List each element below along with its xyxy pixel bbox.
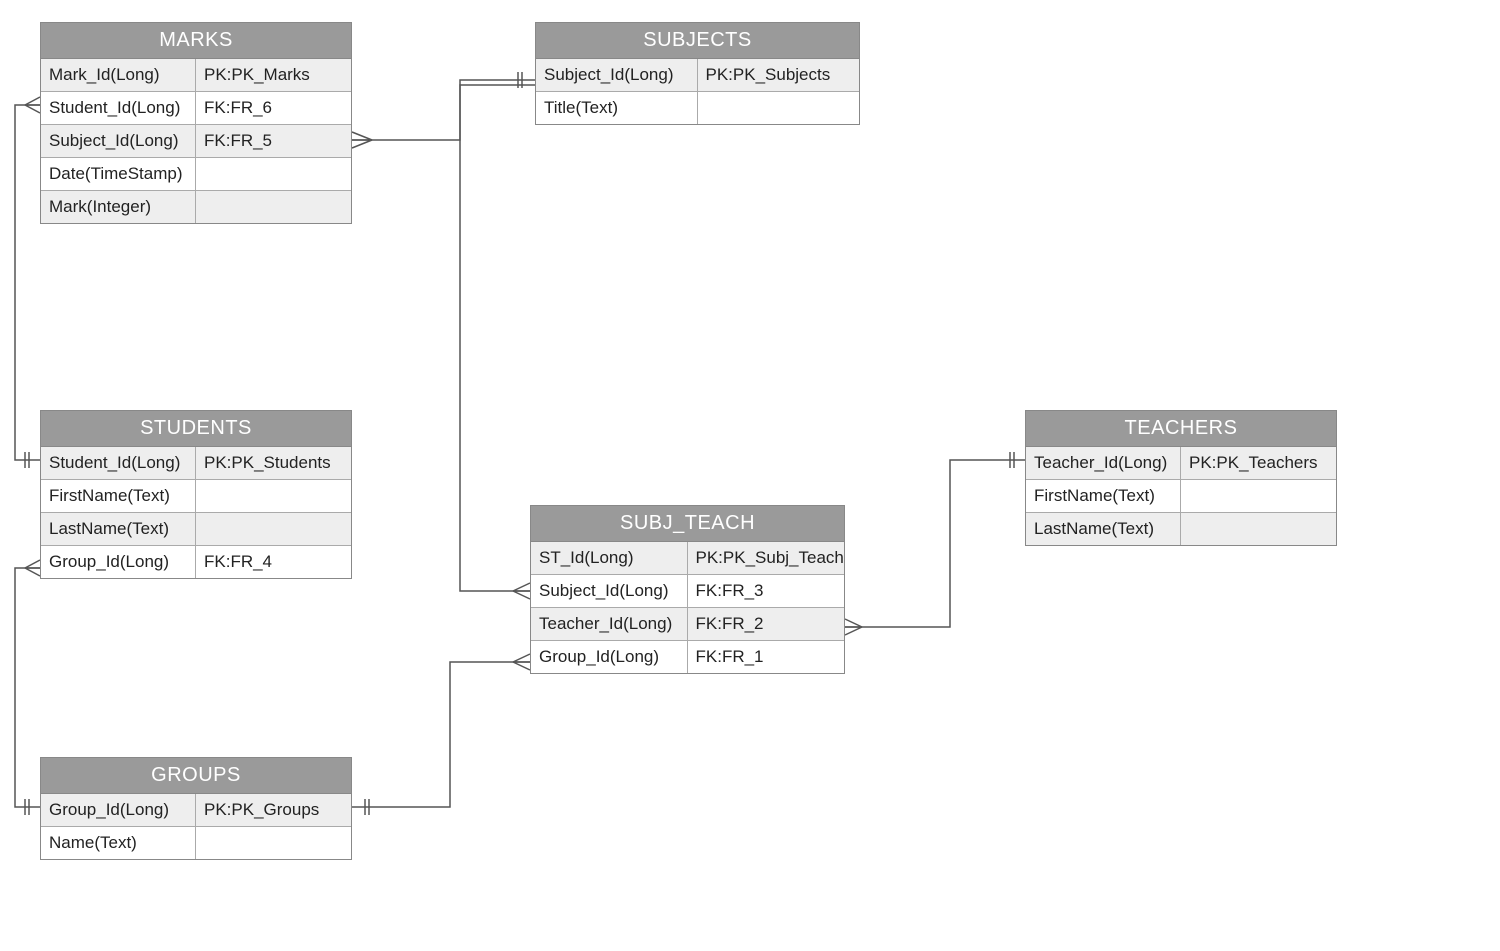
table-row: Teacher_Id(Long) PK:PK_Teachers (1026, 447, 1336, 480)
table-row: Teacher_Id(Long) FK:FR_2 (531, 608, 844, 641)
field-key (196, 827, 351, 859)
field-key (1181, 480, 1336, 512)
table-row: Mark_Id(Long) PK:PK_Marks (41, 59, 351, 92)
field-key: FK:FR_1 (688, 641, 845, 673)
field-name: LastName(Text) (1026, 513, 1181, 545)
field-name: Teacher_Id(Long) (1026, 447, 1181, 479)
field-name: Group_Id(Long) (41, 794, 196, 826)
table-row: Mark(Integer) (41, 191, 351, 223)
entity-marks: MARKS Mark_Id(Long) PK:PK_Marks Student_… (40, 22, 352, 224)
field-name: Student_Id(Long) (41, 447, 196, 479)
entity-title: SUBJ_TEACH (531, 506, 844, 542)
field-key: FK:FR_6 (196, 92, 351, 124)
table-row: ST_Id(Long) PK:PK_Subj_Teach (531, 542, 844, 575)
field-name: Mark(Integer) (41, 191, 196, 223)
field-key: PK:PK_Marks (196, 59, 351, 91)
entity-title: GROUPS (41, 758, 351, 794)
field-name: Title(Text) (536, 92, 698, 124)
field-name: Student_Id(Long) (41, 92, 196, 124)
field-key: FK:FR_5 (196, 125, 351, 157)
field-name: Name(Text) (41, 827, 196, 859)
table-row: Title(Text) (536, 92, 859, 124)
field-name: Group_Id(Long) (41, 546, 196, 578)
entity-subjects: SUBJECTS Subject_Id(Long) PK:PK_Subjects… (535, 22, 860, 125)
field-key: PK:PK_Teachers (1181, 447, 1336, 479)
field-name: Subject_Id(Long) (41, 125, 196, 157)
field-key (196, 158, 351, 190)
field-name: LastName(Text) (41, 513, 196, 545)
table-row: Group_Id(Long) FK:FR_1 (531, 641, 844, 673)
field-key (196, 513, 351, 545)
table-row: Subject_Id(Long) PK:PK_Subjects (536, 59, 859, 92)
field-key (196, 191, 351, 223)
field-name: Date(TimeStamp) (41, 158, 196, 190)
field-key (698, 92, 860, 124)
table-row: Subject_Id(Long) FK:FR_3 (531, 575, 844, 608)
entity-students: STUDENTS Student_Id(Long) PK:PK_Students… (40, 410, 352, 579)
table-row: Name(Text) (41, 827, 351, 859)
field-key: FK:FR_4 (196, 546, 351, 578)
table-row: Student_Id(Long) PK:PK_Students (41, 447, 351, 480)
field-key: FK:FR_3 (688, 575, 845, 607)
field-key: PK:PK_Subjects (698, 59, 860, 91)
entity-title: STUDENTS (41, 411, 351, 447)
table-row: FirstName(Text) (1026, 480, 1336, 513)
entity-teachers: TEACHERS Teacher_Id(Long) PK:PK_Teachers… (1025, 410, 1337, 546)
field-key: PK:PK_Subj_Teach (688, 542, 852, 574)
field-key: FK:FR_2 (688, 608, 845, 640)
field-name: FirstName(Text) (1026, 480, 1181, 512)
field-name: FirstName(Text) (41, 480, 196, 512)
table-row: FirstName(Text) (41, 480, 351, 513)
entity-title: TEACHERS (1026, 411, 1336, 447)
field-key: PK:PK_Students (196, 447, 351, 479)
table-row: LastName(Text) (41, 513, 351, 546)
table-row: Date(TimeStamp) (41, 158, 351, 191)
table-row: Group_Id(Long) PK:PK_Groups (41, 794, 351, 827)
entity-groups: GROUPS Group_Id(Long) PK:PK_Groups Name(… (40, 757, 352, 860)
field-name: Mark_Id(Long) (41, 59, 196, 91)
entity-subj-teach: SUBJ_TEACH ST_Id(Long) PK:PK_Subj_Teach … (530, 505, 845, 674)
field-name: Subject_Id(Long) (536, 59, 698, 91)
entity-title: SUBJECTS (536, 23, 859, 59)
field-name: Teacher_Id(Long) (531, 608, 688, 640)
table-row: Group_Id(Long) FK:FR_4 (41, 546, 351, 578)
entity-title: MARKS (41, 23, 351, 59)
field-key: PK:PK_Groups (196, 794, 351, 826)
table-row: Student_Id(Long) FK:FR_6 (41, 92, 351, 125)
field-name: ST_Id(Long) (531, 542, 688, 574)
field-key (1181, 513, 1336, 545)
field-name: Subject_Id(Long) (531, 575, 688, 607)
field-name: Group_Id(Long) (531, 641, 688, 673)
table-row: LastName(Text) (1026, 513, 1336, 545)
table-row: Subject_Id(Long) FK:FR_5 (41, 125, 351, 158)
field-key (196, 480, 351, 512)
